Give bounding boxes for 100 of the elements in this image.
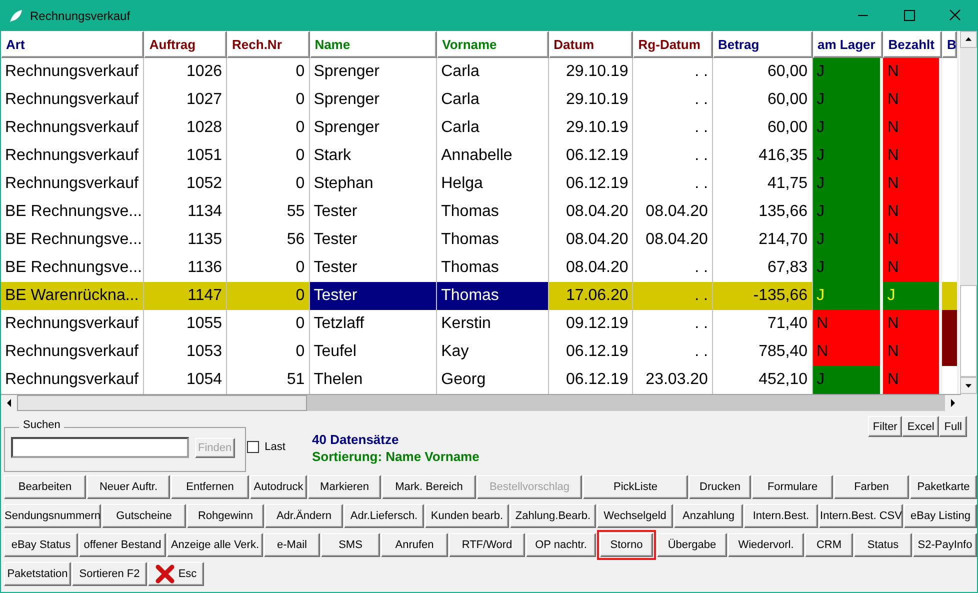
table-cell: N [883, 366, 942, 394]
action-button[interactable]: PickListe [583, 475, 688, 499]
action-button[interactable]: Status [854, 533, 912, 557]
action-button[interactable]: Entfernen [171, 475, 249, 499]
action-button[interactable]: Paketkarte [910, 475, 977, 499]
table-cell: Sprenger [310, 114, 438, 142]
table-cell: Tester [310, 254, 438, 282]
column-header[interactable]: am Lager [812, 31, 884, 58]
table-cell: J [812, 282, 884, 310]
table-row[interactable]: Rechnungsverkauf 1028 0 Sprenger Carla 29.10.19 . . 60,00 J N [1, 114, 957, 142]
action-button[interactable]: Sortieren F2 [72, 562, 147, 586]
scroll-thumb[interactable] [960, 285, 977, 377]
toolbar-button[interactable]: Full [939, 416, 967, 437]
horizontal-scrollbar[interactable] [1, 394, 961, 411]
action-button[interactable]: Wechselgeld [597, 504, 673, 528]
table-cell: Sprenger [310, 86, 438, 114]
column-header[interactable]: B [942, 31, 957, 58]
table-cell: N [812, 338, 884, 366]
action-button[interactable]: OP nachtr. [526, 533, 596, 557]
action-button[interactable]: CRM [805, 533, 853, 557]
column-header[interactable]: Name [310, 31, 438, 58]
action-button[interactable]: Gutscheine [102, 504, 186, 528]
action-button[interactable]: Intern.Best. CSV [819, 504, 903, 528]
action-button[interactable]: Formulare [752, 475, 833, 499]
action-button[interactable]: Anzahlung [674, 504, 743, 528]
table-cell: 29.10.19 [548, 114, 634, 142]
table-cell: 06.12.19 [548, 366, 634, 394]
table-cell: J [812, 366, 884, 394]
table-cell: BE Warenrückna... [1, 282, 144, 310]
search-field[interactable] [11, 437, 189, 458]
action-button[interactable]: Mark. Bereich [382, 475, 476, 499]
column-header[interactable]: Art [1, 31, 144, 58]
table-cell: Stark [310, 142, 438, 170]
table-row[interactable]: BE Warenrückna... 1147 0 Tester Thomas 17.06.20 . . -135,66 J J [1, 282, 957, 310]
scroll-thumb[interactable] [17, 395, 307, 411]
action-button[interactable]: Rohgewinn [187, 504, 264, 528]
action-button[interactable]: Paketstation [4, 562, 71, 586]
action-button[interactable]: Übergabe [657, 533, 727, 557]
column-header[interactable]: Auftrag [144, 31, 228, 58]
table-cell: 29.10.19 [548, 58, 634, 86]
table-row[interactable]: BE Rechnungsve... 1134 55 Tester Thomas 08.04.20 08.04.20 135,66 J N [1, 198, 957, 226]
table-cell: N [883, 338, 942, 366]
action-button[interactable]: Autodruck [250, 475, 307, 499]
action-button[interactable]: Kunden bearb. [425, 504, 509, 528]
action-button[interactable]: Bearbeiten [4, 475, 86, 499]
action-button[interactable]: Zahlung.Bearb. [510, 504, 596, 528]
scroll-up-icon[interactable] [960, 31, 977, 48]
table-cell: J [812, 114, 884, 142]
action-button[interactable]: Drucken [689, 475, 751, 499]
column-header[interactable]: Vorname [437, 31, 549, 58]
scroll-down-icon[interactable] [960, 377, 977, 394]
table-cell: N [883, 142, 942, 170]
action-button[interactable]: Anrufen [381, 533, 448, 557]
column-header[interactable]: Datum [548, 31, 634, 58]
action-button[interactable]: eBay Listing [904, 504, 977, 528]
checkbox-label: Last [264, 440, 286, 452]
table-row[interactable]: Rechnungsverkauf 1054 51 Thelen Georg 06.12.19 23.03.20 452,10 J N [1, 366, 957, 394]
action-button[interactable]: Farben [834, 475, 909, 499]
table-row[interactable]: BE Rechnungsve... 1135 56 Tester Thomas 08.04.20 08.04.20 214,70 J N [1, 226, 957, 254]
action-button[interactable]: eBay Status [4, 533, 78, 557]
table-cell: Stephan [310, 170, 438, 198]
action-button[interactable]: Esc [148, 562, 204, 586]
table-row[interactable]: Rechnungsverkauf 1053 0 Teufel Kay 06.12.19 . . 785,40 N N [1, 338, 957, 366]
action-button[interactable]: Intern.Best. [744, 504, 818, 528]
column-header[interactable]: Rech.Nr [227, 31, 310, 58]
action-button[interactable]: Neuer Auftr. [87, 475, 170, 499]
column-header[interactable]: Betrag [712, 31, 813, 58]
table-row[interactable]: BE Rechnungsve... 1136 0 Tester Thomas 08.04.20 . . 67,83 J N [1, 254, 957, 282]
action-button[interactable]: RTF/Word [449, 533, 525, 557]
action-button[interactable]: Storno [600, 533, 653, 557]
checkbox[interactable] [246, 440, 259, 452]
table-row[interactable]: Rechnungsverkauf 1055 0 Tetzlaff Kerstin 09.12.19 . . 71,40 N N [1, 310, 957, 338]
table-row[interactable]: Rechnungsverkauf 1027 0 Sprenger Carla 29.10.19 . . 60,00 J N [1, 86, 957, 114]
table-cell: Tester [310, 226, 438, 254]
table-cell: 0 [227, 282, 310, 310]
action-button[interactable]: offener Bestand [79, 533, 166, 557]
column-header[interactable]: Rg-Datum [633, 31, 713, 58]
table-row[interactable]: Rechnungsverkauf 1052 0 Stephan Helga 06.12.19 . . 41,75 J N [1, 170, 957, 198]
table-cell: Sprenger [310, 58, 438, 86]
table-cell: J [812, 170, 884, 198]
table-cell: N [883, 226, 942, 254]
action-button[interactable]: Markieren [308, 475, 381, 499]
action-button[interactable]: SMS [321, 533, 380, 557]
column-header[interactable]: Bezahlt [883, 31, 942, 58]
action-button[interactable]: Anzeige alle Verk. [167, 533, 263, 557]
vertical-scrollbar[interactable] [959, 31, 977, 394]
action-button[interactable]: Adr.Liefersch. [344, 504, 424, 528]
table-row[interactable]: Rechnungsverkauf 1051 0 Stark Annabelle 06.12.19 . . 416,35 J N [1, 142, 957, 170]
action-button[interactable]: Sendungsnummern [4, 504, 101, 528]
scroll-left-icon[interactable] [1, 395, 17, 411]
table-row[interactable]: Rechnungsverkauf 1026 0 Sprenger Carla 29.10.19 . . 60,00 J N [1, 58, 957, 86]
action-button[interactable]: Wiedervorl. [728, 533, 804, 557]
table-cell: Thomas [437, 282, 549, 310]
action-button[interactable]: Adr.Ändern [265, 504, 343, 528]
action-button[interactable]: e-Mail [264, 533, 320, 557]
table-cell: J [812, 58, 884, 86]
table-cell: 29.10.19 [548, 86, 634, 114]
toolbar-button[interactable]: Filter [868, 416, 902, 437]
action-button[interactable]: S2-PayInfo [913, 533, 977, 557]
toolbar-button[interactable]: Excel [902, 416, 940, 437]
